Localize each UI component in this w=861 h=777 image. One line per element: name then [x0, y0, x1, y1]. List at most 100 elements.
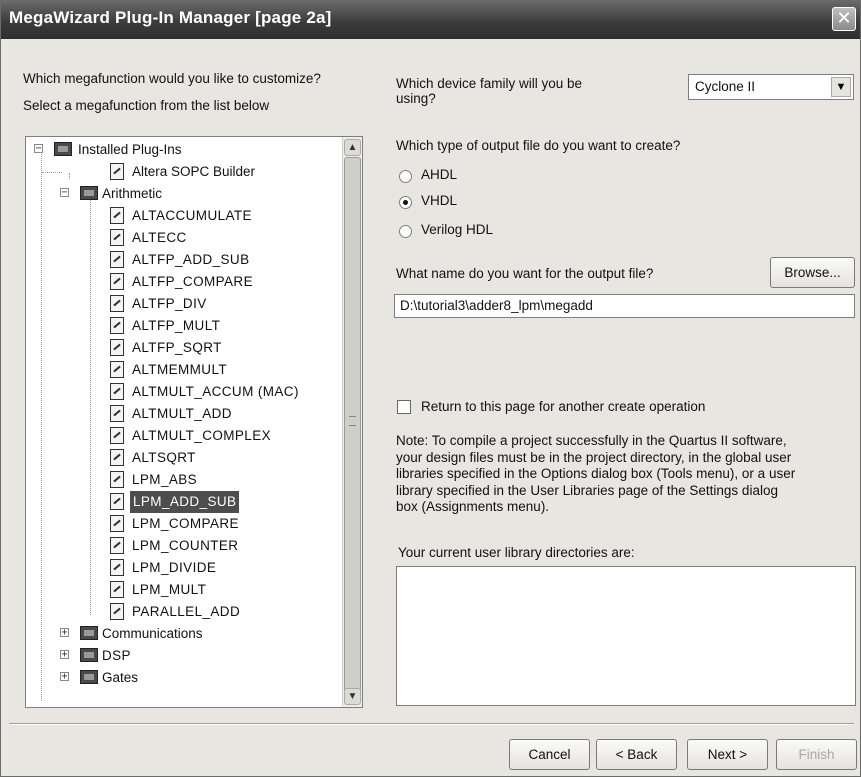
- plugin-icon: [110, 493, 124, 510]
- output-type-question: Which type of output file do you want to…: [396, 138, 681, 153]
- tree-item-label: ALTFP_SQRT: [132, 340, 222, 355]
- radio-ahdl[interactable]: [399, 170, 412, 183]
- tree-item-label: PARALLEL_ADD: [132, 604, 241, 619]
- tree-item-label: ALTFP_COMPARE: [132, 274, 253, 289]
- tree-node-label: Communications: [102, 626, 203, 641]
- plugin-icon: [110, 581, 124, 598]
- plugin-icon: [110, 295, 124, 312]
- device-family-value: Cyclone II: [695, 79, 756, 94]
- tree-item-label: LPM_ADD_SUB: [130, 491, 240, 513]
- plugin-icon: [110, 229, 124, 246]
- plugin-icon: [110, 537, 124, 554]
- note-line: Note: To compile a project successfully …: [396, 433, 787, 448]
- tree-item-label: ALTFP_ADD_SUB: [132, 252, 250, 267]
- tree-item-label: LPM_DIVIDE: [132, 560, 217, 575]
- scroll-thumb[interactable]: [344, 157, 361, 697]
- plugin-icon: [110, 163, 124, 180]
- megafunction-tree[interactable]: − Installed Plug-Ins Altera SOPC Builder…: [25, 136, 363, 708]
- close-button[interactable]: ✕: [832, 7, 856, 31]
- footer-divider: [9, 723, 854, 725]
- scroll-up-button[interactable]: ▲: [344, 139, 361, 156]
- tree-item-label: ALTACCUMULATE: [132, 208, 252, 223]
- compile-note: Note: To compile a project successfully …: [396, 433, 856, 516]
- folder-icon: [80, 648, 98, 662]
- plugin-icon: [110, 317, 124, 334]
- folder-icon: [54, 142, 72, 156]
- tree-item-label: ALTFP_MULT: [132, 318, 221, 333]
- library-dirs-box[interactable]: [396, 566, 856, 706]
- title-bar[interactable]: MegaWizard Plug-In Manager [page 2a] ✕: [1, 1, 860, 39]
- tree-item-label: ALTMULT_ACCUM (MAC): [132, 384, 299, 399]
- plugin-icon: [110, 273, 124, 290]
- browse-button[interactable]: Browse...: [770, 257, 855, 288]
- plugin-icon: [110, 361, 124, 378]
- collapse-icon[interactable]: −: [34, 144, 43, 154]
- output-file-field[interactable]: D:\tutorial3\adder8_lpm\megadd: [394, 294, 855, 318]
- tree-item-label: LPM_ABS: [132, 472, 198, 487]
- close-icon: ✕: [836, 8, 852, 29]
- scroll-down-button[interactable]: ▼: [344, 688, 361, 705]
- output-file-question: What name do you want for the output fil…: [396, 266, 654, 281]
- device-question-line1: Which device family will you be: [396, 76, 583, 91]
- tree-item-label: ALTECC: [132, 230, 187, 245]
- expand-icon[interactable]: +: [60, 650, 69, 660]
- plugin-icon: [110, 427, 124, 444]
- tree-node-label: Altera SOPC Builder: [132, 164, 256, 179]
- plugin-icon: [110, 515, 124, 532]
- library-dirs-label: Your current user library directories ar…: [398, 545, 635, 560]
- radio-vhdl-label[interactable]: VHDL: [421, 193, 457, 208]
- plugin-icon: [110, 559, 124, 576]
- note-line: libraries specified in the Options dialo…: [396, 466, 796, 481]
- cancel-button[interactable]: Cancel: [509, 739, 590, 770]
- radio-vhdl[interactable]: [399, 196, 412, 209]
- megawizard-dialog: MegaWizard Plug-In Manager [page 2a] ✕ W…: [0, 0, 861, 777]
- megafunction-instruction: Select a megafunction from the list belo…: [23, 98, 270, 113]
- device-family-select[interactable]: Cyclone II ▼: [688, 74, 854, 100]
- expand-icon[interactable]: +: [60, 672, 69, 682]
- radio-ahdl-label[interactable]: AHDL: [421, 167, 457, 182]
- note-line: library specified in the User Libraries …: [396, 482, 778, 498]
- plugin-icon: [110, 405, 124, 422]
- tree-item-label: LPM_MULT: [132, 582, 207, 597]
- plugin-icon: [110, 471, 124, 488]
- note-line: box (Assignments menu).: [396, 499, 550, 514]
- radio-verilog-label[interactable]: Verilog HDL: [421, 222, 493, 237]
- tree-item-label: ALTMULT_ADD: [132, 406, 232, 421]
- tree-node-label: Arithmetic: [102, 186, 163, 201]
- device-question-line2: using?: [396, 91, 436, 106]
- finish-button[interactable]: Finish: [776, 739, 857, 770]
- note-line: your design files must be in the project…: [396, 449, 792, 465]
- tree-node-label: Gates: [102, 670, 139, 685]
- plugin-icon: [110, 207, 124, 224]
- tree-item-label: ALTSQRT: [132, 450, 196, 465]
- expand-icon[interactable]: +: [60, 628, 69, 638]
- tree-node-label: DSP: [102, 648, 131, 663]
- plugin-icon: [110, 603, 124, 620]
- window-title: MegaWizard Plug-In Manager [page 2a]: [9, 8, 332, 27]
- tree-item-label: ALTMULT_COMPLEX: [132, 428, 272, 443]
- folder-icon: [80, 670, 98, 684]
- folder-icon: [80, 626, 98, 640]
- chevron-up-icon: ▲: [347, 142, 358, 153]
- return-page-label[interactable]: Return to this page for another create o…: [421, 399, 705, 414]
- tree-content: − Installed Plug-Ins Altera SOPC Builder…: [26, 137, 342, 707]
- chevron-down-icon: ▼: [347, 691, 358, 702]
- folder-icon: [80, 186, 98, 200]
- collapse-icon[interactable]: −: [60, 188, 69, 198]
- megafunction-question: Which megafunction would you like to cus…: [23, 71, 321, 86]
- tree-item-label: LPM_COMPARE: [132, 516, 239, 531]
- radio-verilog[interactable]: [399, 225, 412, 238]
- chevron-down-icon[interactable]: ▼: [831, 77, 851, 97]
- tree-node-label: Installed Plug-Ins: [78, 142, 182, 157]
- tree-item-label: ALTMEMMULT: [132, 362, 227, 377]
- plugin-icon: [110, 251, 124, 268]
- plugin-icon: [110, 383, 124, 400]
- return-page-checkbox[interactable]: [397, 400, 411, 414]
- plugin-icon: [110, 449, 124, 466]
- back-button[interactable]: < Back: [596, 739, 677, 770]
- tree-item-label: LPM_COUNTER: [132, 538, 239, 553]
- tree-scrollbar[interactable]: ▲ ▼: [342, 137, 362, 707]
- tree-item-label: ALTFP_DIV: [132, 296, 207, 311]
- next-button[interactable]: Next >: [687, 739, 768, 770]
- plugin-icon: [110, 339, 124, 356]
